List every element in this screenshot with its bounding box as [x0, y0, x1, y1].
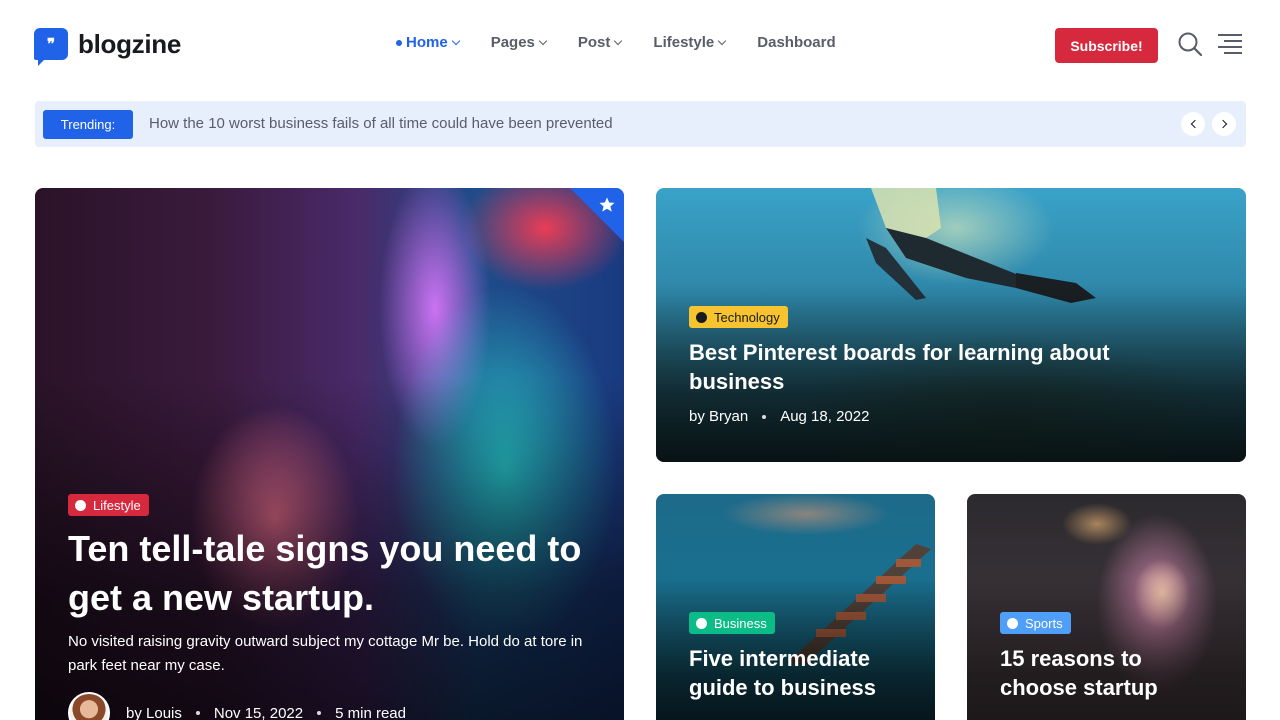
post-author[interactable]: by Bryan	[689, 408, 748, 425]
badge-dot-icon	[75, 499, 86, 511]
post-author[interactable]: by Louis	[126, 705, 182, 720]
category-label: Sports	[1025, 615, 1063, 631]
trending-next-button[interactable]	[1212, 112, 1236, 136]
badge-dot-icon	[1007, 617, 1018, 629]
trending-label: Trending:	[43, 110, 133, 139]
category-label: Technology	[714, 309, 780, 325]
nav-item-post[interactable]: Post	[577, 34, 623, 51]
post-card-business[interactable]: Business Five intermediate guide to busi…	[656, 494, 935, 720]
search-icon[interactable]	[1177, 31, 1203, 57]
nav-item-label: Pages	[490, 34, 535, 51]
subscribe-button[interactable]: Subscribe!	[1055, 28, 1158, 63]
chevron-down-icon	[614, 36, 623, 45]
post-card-technology[interactable]: Technology Best Pinterest boards for lea…	[656, 188, 1246, 462]
chevron-down-icon	[451, 36, 460, 45]
category-badge[interactable]: Business	[689, 612, 775, 634]
logo[interactable]: ❞ blogzine	[34, 28, 182, 66]
featured-post-title[interactable]: Ten tell-tale signs you need to get a ne…	[68, 524, 608, 622]
chevron-left-icon	[1190, 119, 1199, 129]
category-badge[interactable]: Lifestyle	[68, 494, 149, 516]
post-title[interactable]: Five intermediate guide to business	[689, 644, 909, 702]
featured-post-meta: by Louis Nov 15, 2022 5 min read	[68, 692, 406, 720]
nav-item-label: Post	[577, 34, 611, 51]
category-badge[interactable]: Technology	[689, 306, 788, 328]
meta-separator	[317, 711, 322, 715]
trending-headline-link[interactable]: How the 10 worst business fails of all t…	[149, 115, 613, 132]
main-nav: Home Pages Post Lifestyle Dashboard	[396, 34, 868, 51]
chevron-right-icon	[1218, 119, 1227, 129]
logo-quote-icon: ❞	[34, 28, 68, 66]
nav-item-home[interactable]: Home	[396, 34, 460, 51]
category-label: Business	[714, 615, 767, 631]
menu-icon[interactable]	[1217, 33, 1243, 55]
logo-glyph: ❞	[46, 35, 56, 53]
nav-item-label: Dashboard	[757, 34, 836, 51]
badge-dot-icon	[696, 311, 707, 323]
post-date: Nov 15, 2022	[213, 704, 304, 720]
active-dot-icon	[396, 39, 402, 46]
post-read-time: 5 min read	[335, 704, 406, 720]
trending-bar: Trending: How the 10 worst business fail…	[35, 101, 1246, 147]
nav-item-lifestyle[interactable]: Lifestyle	[653, 34, 727, 51]
site-header: ❞ blogzine Home Pages Post Lifestyle Das…	[0, 0, 1280, 90]
post-date: Aug 18, 2022	[780, 408, 870, 425]
post-meta: by Bryan Aug 18, 2022	[689, 408, 869, 425]
category-badge[interactable]: Sports	[1000, 612, 1071, 634]
nav-item-pages[interactable]: Pages	[490, 34, 548, 51]
category-label: Lifestyle	[93, 497, 141, 513]
featured-post-description: No visited raising gravity outward subje…	[68, 633, 583, 674]
post-card-sports[interactable]: Sports 15 reasons to choose startup	[967, 494, 1246, 720]
nav-item-label: Home	[406, 34, 448, 51]
post-title[interactable]: Best Pinterest boards for learning about…	[689, 338, 1189, 396]
featured-post-card[interactable]: Lifestyle Ten tell-tale signs you need t…	[35, 188, 624, 720]
meta-separator	[195, 711, 200, 715]
nav-item-dashboard[interactable]: Dashboard	[757, 34, 835, 51]
post-title[interactable]: 15 reasons to choose startup	[1000, 644, 1220, 702]
logo-text: blogzine	[78, 28, 182, 59]
nav-item-label: Lifestyle	[653, 34, 715, 51]
author-avatar[interactable]	[68, 692, 110, 720]
chevron-down-icon	[538, 36, 548, 45]
trending-prev-button[interactable]	[1181, 112, 1205, 136]
badge-dot-icon	[696, 617, 707, 629]
star-icon	[599, 197, 615, 212]
chevron-down-icon	[718, 36, 727, 45]
meta-separator	[762, 414, 767, 419]
